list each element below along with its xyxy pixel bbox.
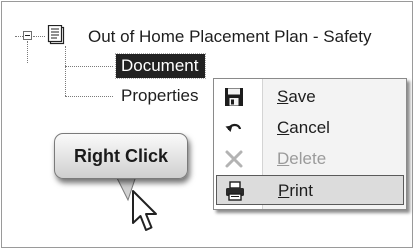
save-icon — [225, 88, 243, 106]
tree-connector — [27, 41, 28, 63]
tree-connector — [33, 36, 45, 37]
tree-node-document[interactable]: Document — [114, 53, 207, 79]
menu-item-print[interactable]: Print — [216, 175, 404, 205]
menu-item-label: Save — [277, 87, 316, 106]
undo-icon — [225, 123, 242, 132]
tree-connector — [65, 66, 113, 67]
tree-node-properties[interactable]: Properties — [121, 86, 198, 106]
tree-connector — [65, 46, 66, 96]
tree-connector — [65, 96, 113, 97]
mouse-pointer-icon — [132, 190, 157, 231]
context-menu: Save Cancel Delete Print — [213, 78, 407, 210]
menu-item-label: Delete — [277, 149, 327, 168]
tree-connector — [15, 36, 23, 37]
right-click-callout: Right Click — [54, 133, 188, 179]
menu-item-save[interactable]: Save — [216, 82, 404, 112]
menu-item-delete[interactable]: Delete — [216, 144, 404, 174]
menu-item-label: Print — [278, 181, 313, 200]
menu-item-label: Cancel — [277, 118, 330, 137]
document-icon — [47, 25, 65, 45]
tree-node-root[interactable]: Out of Home Placement Plan - Safety — [88, 27, 371, 47]
menu-item-cancel[interactable]: Cancel — [216, 113, 404, 143]
printer-icon — [226, 181, 244, 201]
collapse-toggle[interactable] — [23, 31, 32, 40]
delete-icon — [225, 150, 243, 168]
callout-text: Right Click — [73, 146, 168, 166]
